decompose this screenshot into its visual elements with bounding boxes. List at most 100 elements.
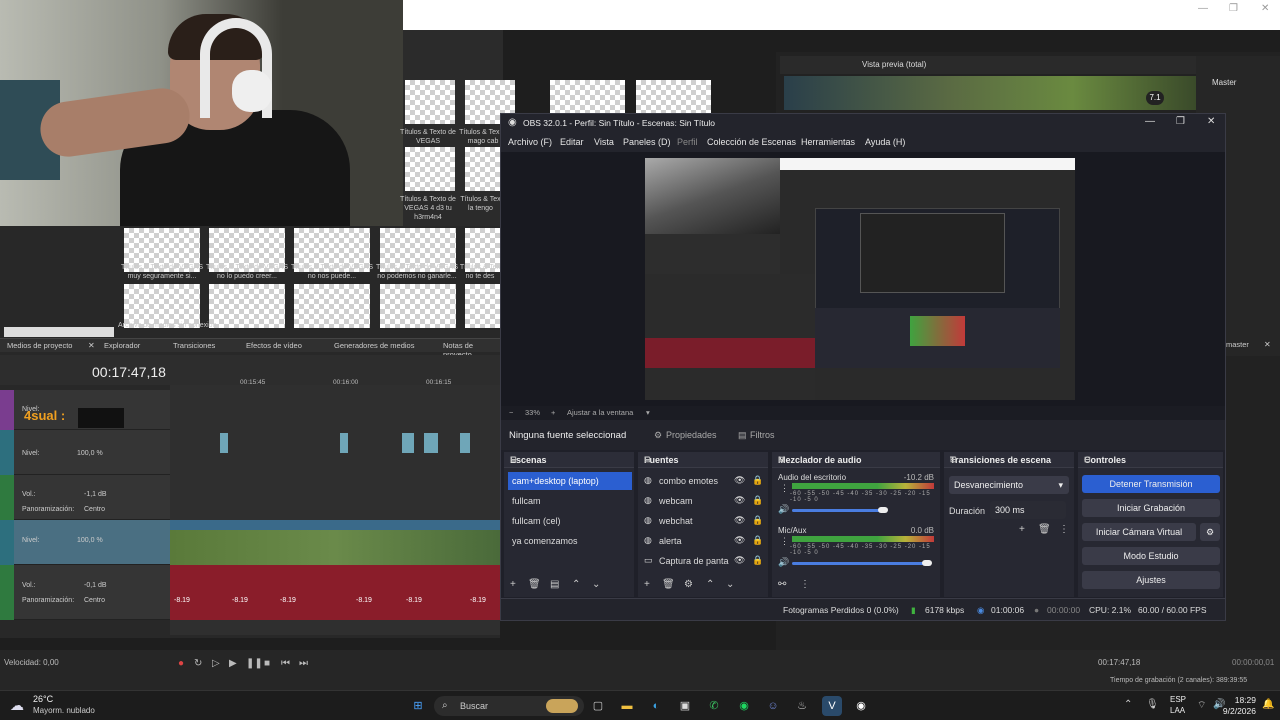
tab-video-effects[interactable]: Efectos de vídeo [246, 341, 302, 350]
gear-icon[interactable]: ⚙ [654, 430, 662, 441]
volume-slider[interactable] [792, 509, 882, 512]
kebab-menu-icon[interactable]: ⋮ [780, 483, 789, 494]
obs-preview[interactable] [501, 152, 1225, 406]
filters-button[interactable]: Filtros [750, 430, 775, 440]
source-item[interactable]: ◍ combo emotes 👁 🔒 [642, 472, 766, 490]
bell-icon[interactable]: 🔔 [1262, 699, 1274, 710]
steam-icon[interactable]: ♨ [792, 696, 812, 716]
media-thumbnail[interactable] [380, 284, 456, 328]
move-up-icon[interactable]: ⌃ [706, 579, 714, 590]
video-clip[interactable] [340, 433, 348, 453]
video-clip[interactable] [170, 520, 500, 565]
play-from-start-icon[interactable]: ▷ [212, 658, 220, 669]
keyboard-layout[interactable]: LAA [1170, 706, 1185, 715]
spotify-icon[interactable]: ◉ [734, 696, 754, 716]
dock-icon[interactable]: ⊟ [510, 455, 629, 464]
speaker-icon[interactable]: 🔊 [778, 504, 789, 515]
maximize-icon[interactable]: ❐ [1229, 3, 1238, 14]
maximize-icon[interactable]: ❐ [1176, 116, 1185, 127]
chevron-down-icon[interactable]: ▾ [646, 408, 650, 417]
pause-icon[interactable]: ❚❚ [246, 658, 263, 669]
preview-quality-select[interactable]: Vista previa (total) [862, 60, 926, 69]
gear-icon[interactable]: ⚙ [684, 579, 693, 590]
slider-knob[interactable] [922, 560, 932, 566]
scene-item[interactable]: fullcam [508, 492, 632, 510]
menu-view[interactable]: Vista [594, 137, 614, 147]
link-icon[interactable]: ⚯ [778, 579, 786, 590]
obs-taskbar-icon[interactable]: ◉ [851, 696, 871, 716]
media-scrollbar[interactable] [4, 327, 114, 337]
add-icon[interactable]: + [510, 579, 516, 590]
tab-media-generators[interactable]: Generadores de medios [334, 341, 414, 350]
zoom-out-icon[interactable]: − [509, 408, 513, 417]
menu-docks[interactable]: Paneles (D) [623, 137, 671, 147]
file-explorer-icon[interactable]: ▬ [617, 696, 637, 716]
tab-project-media[interactable]: Medios de proyecto [7, 341, 72, 350]
transition-select[interactable]: Desvanecimiento ▾ [949, 476, 1069, 494]
track-header[interactable]: Nivel: 100,0 % [0, 520, 170, 565]
menu-file[interactable]: Archivo (F) [508, 137, 552, 147]
filter-icon[interactable]: ▤ [550, 579, 559, 590]
gear-icon[interactable]: ⚙ [1200, 523, 1220, 541]
source-item[interactable]: ◍ webcam 👁 🔒 [642, 492, 766, 510]
weather-desc[interactable]: Mayorm. nublado [33, 706, 95, 715]
video-clip[interactable] [220, 433, 228, 453]
weather-icon[interactable]: ☁ [10, 697, 24, 714]
track-header[interactable]: Nivel: 100,0 % [0, 430, 170, 475]
kebab-menu-icon[interactable]: ⋮ [780, 536, 789, 547]
video-clip[interactable] [424, 433, 438, 453]
move-down-icon[interactable]: ⌄ [592, 579, 600, 590]
close-icon[interactable]: ✕ [88, 341, 95, 350]
video-clip[interactable] [460, 433, 470, 453]
go-start-icon[interactable]: ⏮ [281, 658, 290, 669]
weather-temp[interactable]: 26°C [33, 694, 53, 704]
menu-tools[interactable]: Herramientas [801, 137, 855, 147]
whatsapp-icon[interactable]: ✆ [704, 696, 724, 716]
master-bus-tab[interactable]: master [1226, 340, 1249, 349]
stop-streaming-button[interactable]: Detener Transmisión [1082, 475, 1220, 493]
audio-clip[interactable]: -8.19 -8.19 -8.19 -8.19 -8.19 -8.19 [170, 565, 500, 620]
add-icon[interactable]: + [644, 579, 650, 590]
video-clip[interactable] [402, 433, 414, 453]
studio-mode-button[interactable]: Modo Estudio [1082, 547, 1220, 565]
timeline-lanes[interactable]: -8.19 -8.19 -8.19 -8.19 -8.19 -8.19 [170, 385, 500, 635]
zoom-in-icon[interactable]: + [551, 408, 555, 417]
play-icon[interactable]: ▶ [229, 658, 237, 669]
source-item[interactable]: ◍ webchat 👁 🔒 [642, 512, 766, 530]
record-icon[interactable]: ● [178, 658, 184, 669]
language-indicator[interactable]: ESP [1170, 695, 1186, 704]
edge-icon[interactable]: ◐ [646, 696, 666, 716]
close-icon[interactable]: ✕ [1261, 3, 1269, 14]
add-icon[interactable]: + [1019, 524, 1025, 535]
clock-time[interactable]: 18:29 [1228, 695, 1256, 705]
menu-help[interactable]: Ayuda (H) [865, 137, 905, 147]
move-down-icon[interactable]: ⌄ [726, 579, 734, 590]
scene-item[interactable]: cam+desktop (laptop) [508, 472, 632, 490]
start-recording-button[interactable]: Iniciar Grabación [1082, 499, 1220, 517]
filter-icon[interactable]: ▤ [738, 430, 747, 441]
start-virtual-camera-button[interactable]: Iniciar Cámara Virtual [1082, 523, 1196, 541]
kebab-menu-icon[interactable]: ⋮ [800, 579, 810, 590]
menu-edit[interactable]: Editar [560, 137, 584, 147]
media-thumbnail[interactable] [294, 284, 370, 328]
trash-icon[interactable]: 🗑 [528, 579, 541, 590]
settings-button[interactable]: Ajustes [1082, 571, 1220, 589]
media-thumbnail[interactable] [465, 147, 505, 191]
properties-button[interactable]: Propiedades [666, 430, 717, 440]
task-view-icon[interactable]: ▢ [588, 696, 608, 716]
vegas-icon[interactable]: V [822, 696, 842, 716]
track-header[interactable]: Vol.: -0,1 dB Panoramización: Centro [0, 565, 170, 620]
close-icon[interactable]: ✕ [1207, 116, 1215, 127]
source-item[interactable]: ◍ alerta 👁 🔒 [642, 532, 766, 550]
preview-canvas[interactable] [645, 158, 1075, 400]
wifi-icon[interactable]: ⌔ [1197, 699, 1206, 712]
dock-icon[interactable]: ⊟ [778, 455, 935, 464]
go-end-icon[interactable]: ⏭ [299, 658, 308, 669]
clock-date[interactable]: 9/2/2026 [1215, 706, 1256, 716]
scene-item[interactable]: fullcam (cel) [508, 512, 632, 530]
tab-explorer[interactable]: Explorador [104, 341, 140, 350]
discord-icon[interactable]: ☺ [763, 696, 783, 716]
trash-icon[interactable]: 🗑 [1038, 524, 1051, 535]
menu-scene-collection[interactable]: Colección de Escenas [707, 137, 796, 147]
dock-icon[interactable]: ⊟ [644, 455, 763, 464]
